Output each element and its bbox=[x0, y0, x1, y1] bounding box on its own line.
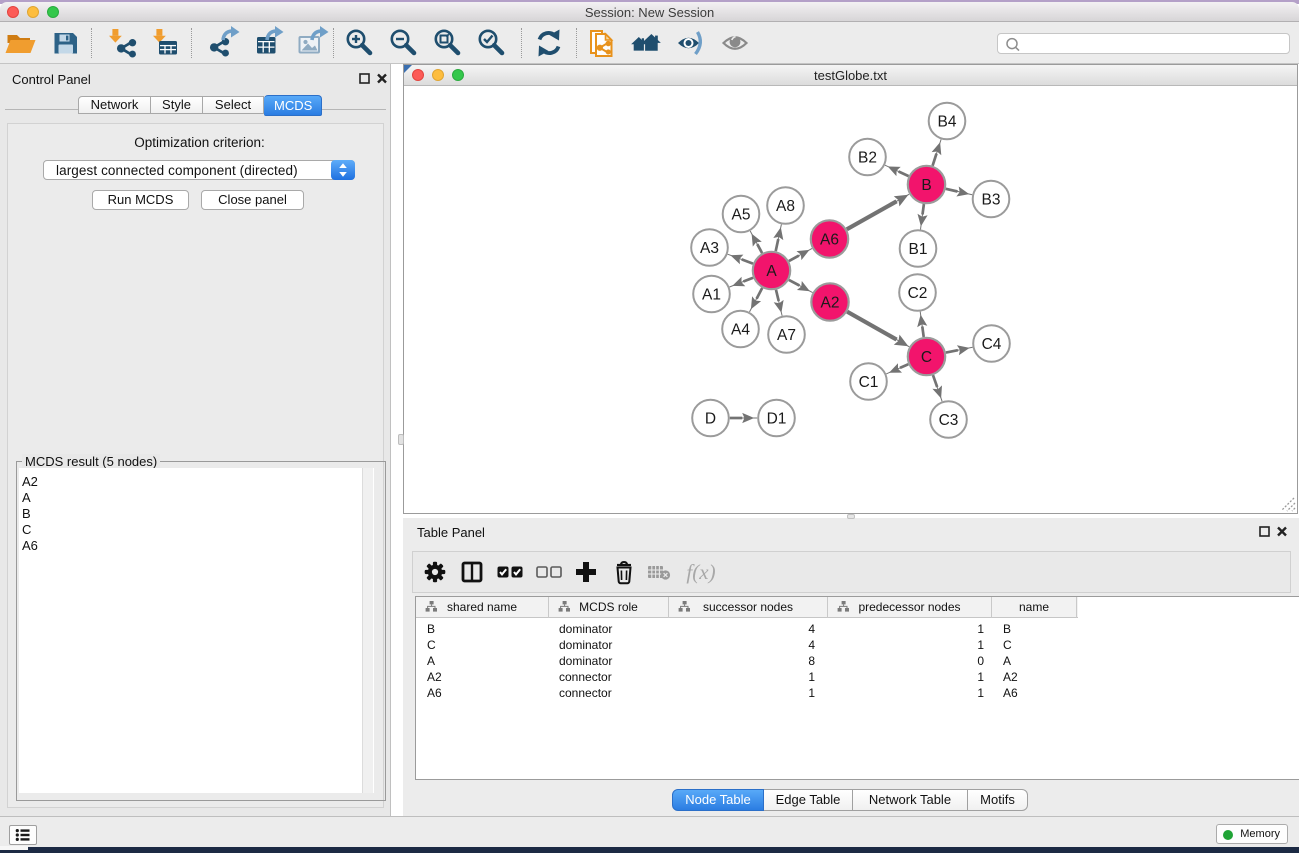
svg-text:A5: A5 bbox=[732, 207, 751, 224]
svg-text:A1: A1 bbox=[702, 287, 721, 304]
svg-text:B1: B1 bbox=[909, 241, 928, 258]
svg-text:C2: C2 bbox=[908, 285, 928, 302]
svg-text:B3: B3 bbox=[982, 192, 1001, 209]
svg-text:C4: C4 bbox=[982, 336, 1002, 353]
svg-text:A4: A4 bbox=[731, 322, 750, 339]
svg-text:C1: C1 bbox=[859, 374, 879, 391]
svg-text:A7: A7 bbox=[777, 327, 796, 344]
svg-text:A3: A3 bbox=[700, 240, 719, 257]
svg-text:B2: B2 bbox=[858, 150, 877, 167]
svg-text:B: B bbox=[921, 177, 931, 194]
svg-text:C3: C3 bbox=[939, 412, 959, 429]
svg-text:D: D bbox=[705, 411, 716, 428]
svg-text:B4: B4 bbox=[938, 114, 957, 131]
svg-text:A6: A6 bbox=[820, 232, 839, 249]
svg-text:f(x): f(x) bbox=[686, 560, 715, 584]
svg-text:A2: A2 bbox=[821, 295, 840, 312]
svg-text:D1: D1 bbox=[767, 411, 787, 428]
svg-text:A: A bbox=[766, 263, 777, 280]
svg-text:C: C bbox=[921, 349, 932, 366]
svg-text:A8: A8 bbox=[776, 198, 795, 215]
